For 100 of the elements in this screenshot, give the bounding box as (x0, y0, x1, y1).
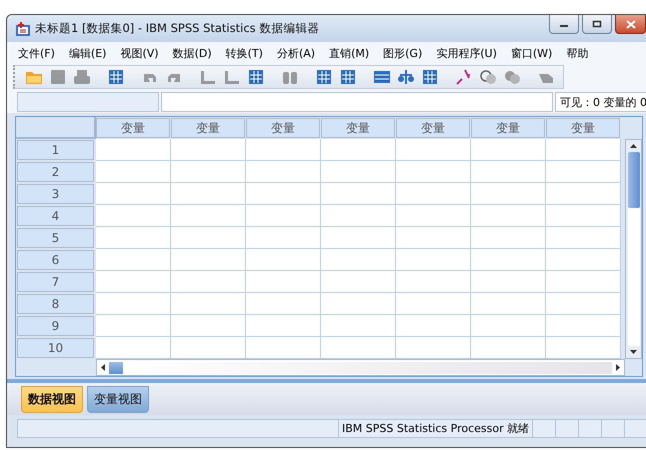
table-cell[interactable] (246, 139, 321, 161)
horizontal-scrollbar[interactable] (96, 359, 625, 376)
cell-name-field[interactable] (17, 92, 159, 112)
menu-item[interactable]: 视图(V) (113, 46, 166, 60)
table-cell[interactable] (321, 227, 396, 249)
table-cell[interactable] (171, 139, 246, 161)
row-header[interactable]: 3 (17, 184, 94, 204)
table-cell[interactable] (546, 337, 621, 359)
table-cell[interactable] (96, 337, 171, 359)
cell-value-field[interactable] (161, 92, 553, 112)
table-cell[interactable] (471, 249, 546, 271)
table-cell[interactable] (396, 227, 471, 249)
menu-item[interactable]: 帮助 (559, 46, 596, 60)
column-header[interactable]: 变量 (96, 118, 170, 138)
table-cell[interactable] (396, 315, 471, 337)
column-header[interactable]: 变量 (396, 118, 470, 138)
table-cell[interactable] (96, 139, 171, 161)
row-header[interactable]: 1 (17, 140, 94, 160)
scale-icon[interactable] (397, 68, 415, 86)
table-cell[interactable] (246, 227, 321, 249)
column-header[interactable]: 变量 (321, 118, 395, 138)
row-header[interactable]: 8 (17, 294, 94, 314)
scroll-thumb[interactable] (109, 362, 123, 374)
table-cell[interactable] (321, 161, 396, 183)
table-cell[interactable] (546, 227, 621, 249)
table-cell[interactable] (96, 271, 171, 293)
table-cell[interactable] (246, 161, 321, 183)
menu-item[interactable]: 实用程序(U) (429, 46, 504, 60)
table-cell[interactable] (471, 205, 546, 227)
table-cell[interactable] (171, 271, 246, 293)
table-cell[interactable] (96, 161, 171, 183)
menu-item[interactable]: 分析(A) (270, 46, 322, 60)
table-cell[interactable] (171, 227, 246, 249)
table-cell[interactable] (321, 271, 396, 293)
table-cell[interactable] (546, 315, 621, 337)
column-header[interactable]: 变量 (471, 118, 545, 138)
table-cell[interactable] (471, 271, 546, 293)
row-header[interactable]: 6 (17, 250, 94, 270)
table-cell[interactable] (96, 227, 171, 249)
table-cell[interactable] (246, 293, 321, 315)
table-cell[interactable] (471, 337, 546, 359)
table-cell[interactable] (96, 315, 171, 337)
table-cell[interactable] (471, 293, 546, 315)
table-cell[interactable] (246, 205, 321, 227)
table-cell[interactable] (171, 315, 246, 337)
table-cell[interactable] (171, 337, 246, 359)
column-header[interactable]: 变量 (171, 118, 245, 138)
table-cell[interactable] (321, 315, 396, 337)
table-cell[interactable] (396, 183, 471, 205)
table-cell[interactable] (396, 271, 471, 293)
menu-item[interactable]: 直销(M) (322, 46, 376, 60)
variable-grid-icon[interactable] (247, 68, 265, 86)
menu-item[interactable]: 图形(G) (376, 46, 430, 60)
table-cell[interactable] (171, 293, 246, 315)
view-tab[interactable]: 数据视图 (21, 386, 83, 413)
close-button[interactable] (615, 15, 646, 34)
table-cell[interactable] (546, 271, 621, 293)
table-icon[interactable] (373, 68, 391, 86)
table-cell[interactable] (546, 183, 621, 205)
table-cell[interactable] (471, 315, 546, 337)
row-header[interactable]: 2 (17, 162, 94, 182)
table-cell[interactable] (396, 293, 471, 315)
table-cell[interactable] (96, 205, 171, 227)
table-cell[interactable] (546, 293, 621, 315)
row-header[interactable]: 4 (17, 206, 94, 226)
menu-item[interactable]: 窗口(W) (504, 46, 560, 60)
table-cell[interactable] (321, 249, 396, 271)
table-cell[interactable] (546, 139, 621, 161)
menu-item[interactable]: 编辑(E) (62, 46, 114, 60)
column-header[interactable]: 变量 (546, 118, 620, 138)
table-cell[interactable] (171, 205, 246, 227)
table-cell[interactable] (546, 205, 621, 227)
table-cell[interactable] (246, 183, 321, 205)
table-cell[interactable] (96, 249, 171, 271)
table-cell[interactable] (396, 249, 471, 271)
table-cell[interactable] (321, 337, 396, 359)
row-header[interactable]: 7 (17, 272, 94, 292)
table-cell[interactable] (546, 161, 621, 183)
table-cell[interactable] (171, 183, 246, 205)
table-cell[interactable] (396, 139, 471, 161)
table-cell[interactable] (246, 271, 321, 293)
table-cell[interactable] (171, 161, 246, 183)
table-cell[interactable] (246, 337, 321, 359)
table-cell[interactable] (396, 205, 471, 227)
table-cell[interactable] (171, 249, 246, 271)
table-cell[interactable] (471, 183, 546, 205)
table-cell[interactable] (321, 205, 396, 227)
table-cell[interactable] (246, 315, 321, 337)
table-cell[interactable] (96, 183, 171, 205)
table-cell[interactable] (471, 139, 546, 161)
table-cell[interactable] (471, 161, 546, 183)
corner-cell[interactable] (16, 117, 96, 139)
table-cell[interactable] (546, 249, 621, 271)
grid-icon[interactable] (421, 68, 439, 86)
scroll-thumb[interactable] (628, 152, 640, 208)
minimize-button[interactable] (549, 15, 579, 34)
circles-icon[interactable] (479, 68, 497, 86)
vertical-scrollbar[interactable] (625, 139, 642, 359)
table-cell[interactable] (471, 227, 546, 249)
row-header[interactable]: 5 (17, 228, 94, 248)
